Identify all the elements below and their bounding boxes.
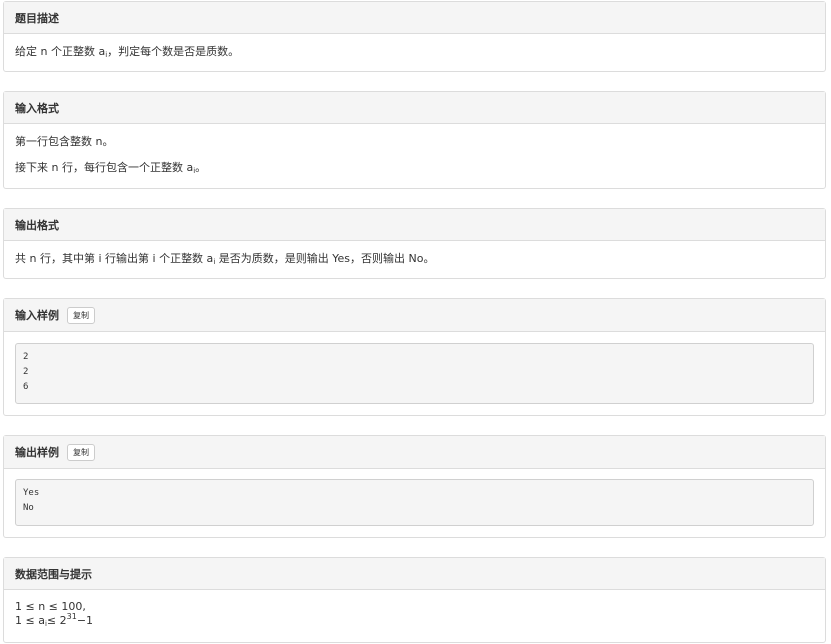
description-title: 题目描述 [4,2,825,34]
output-sample-header: 输出样例 复制 [4,436,825,469]
input-sample-line: 2 [23,367,29,377]
constraint-line-2: 1 ≤ ai≤ 231−1 [15,612,94,629]
input-sample-line: 6 [23,382,29,392]
input-format-panel: 输入格式 第一行包含整数 n。 接下来 n 行，每行包含一个正整数 ai。 [3,91,826,189]
output-sample-line: Yes [23,488,40,498]
output-sample-body: Yes No [4,469,825,536]
input-sample-header: 输入样例 复制 [4,299,825,332]
description-panel: 题目描述 给定 n 个正整数 ai，判定每个数是否是质数。 [3,1,826,72]
input-format-body: 第一行包含整数 n。 接下来 n 行，每行包含一个正整数 ai。 [4,124,825,189]
output-sample-panel: 输出样例 复制 Yes No [3,435,826,538]
input-sample-body: 2 2 6 [4,332,825,415]
output-format-body: 共 n 行，其中第 i 行输出第 i 个正整数 ai 是否为质数，是则输出 Ye… [4,241,825,280]
description-body: 给定 n 个正整数 ai，判定每个数是否是质数。 [4,34,825,73]
input-format-line-2: 接下来 n 行，每行包含一个正整数 ai。 [15,161,207,175]
output-sample-title: 输出样例 [15,446,59,459]
constraints-title: 数据范围与提示 [4,558,825,590]
output-format-text: 共 n 行，其中第 i 行输出第 i 个正整数 ai 是否为质数，是则输出 Ye… [15,252,435,266]
output-sample-code: Yes No [15,479,814,526]
constraint-line-1: 1 ≤ n ≤ 100, [15,600,86,613]
output-format-title: 输出格式 [4,209,825,241]
description-text: 给定 n 个正整数 ai，判定每个数是否是质数。 [15,45,240,59]
input-format-title: 输入格式 [4,92,825,124]
output-sample-line: No [23,503,34,513]
copy-input-sample-button[interactable]: 复制 [67,306,95,324]
copy-output-sample-button[interactable]: 复制 [67,443,95,461]
input-sample-title: 输入样例 [15,309,59,322]
input-sample-panel: 输入样例 复制 2 2 6 [3,298,826,416]
constraints-body: 1 ≤ n ≤ 100, 1 ≤ ai≤ 231−1 [4,590,825,641]
input-sample-line: 2 [23,352,29,362]
output-format-panel: 输出格式 共 n 行，其中第 i 行输出第 i 个正整数 ai 是否为质数，是则… [3,208,826,279]
input-sample-code: 2 2 6 [15,343,814,404]
input-format-line-1: 第一行包含整数 n。 [15,135,114,148]
constraints-panel: 数据范围与提示 1 ≤ n ≤ 100, 1 ≤ ai≤ 231−1 [3,557,826,643]
